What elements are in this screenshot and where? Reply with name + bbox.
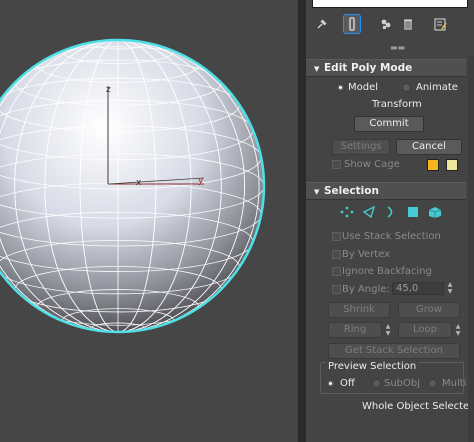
z-axis-label: z — [106, 85, 111, 95]
animate-label: Animate — [416, 82, 458, 93]
loop-spinner-icon[interactable]: ▲ ▼ — [454, 323, 462, 337]
element-icon[interactable] — [426, 204, 444, 220]
preview-subobj-radio[interactable] — [372, 379, 381, 388]
model-label: Model — [348, 82, 379, 93]
preview-off-radio[interactable] — [326, 379, 335, 388]
collapse-arrow-icon: ▼ — [314, 65, 320, 73]
polygon-icon[interactable] — [404, 204, 422, 220]
ring-spinner-icon[interactable]: ▲ ▼ — [384, 323, 392, 337]
preview-multi-label: Multi — [442, 378, 467, 389]
by-angle-checkbox[interactable] — [332, 285, 341, 294]
get-stack-selection-button[interactable]: Get Stack Selection — [328, 343, 460, 359]
command-panel: ▬▬ ▼ Edit Poly Mode Model Animate Transfo… — [306, 0, 474, 442]
collapse-arrow-icon: ▼ — [314, 188, 320, 196]
transform-label: Transform — [372, 99, 422, 110]
pin-icon[interactable] — [312, 14, 332, 34]
use-stack-selection-label: Use Stack Selection — [342, 231, 441, 242]
by-angle-field[interactable]: 45,0 — [392, 282, 444, 295]
panel-scrollbar[interactable] — [468, 56, 474, 442]
cage-color-swatch[interactable] — [427, 159, 439, 171]
commit-button[interactable]: Commit — [354, 116, 424, 132]
modifier-stack-icon[interactable] — [343, 14, 361, 34]
use-stack-selection-checkbox[interactable] — [332, 232, 341, 241]
object-name-field[interactable] — [312, 0, 468, 8]
viewport-panel-divider[interactable] — [298, 0, 306, 442]
resize-grip-icon[interactable]: ▬▬ — [390, 44, 410, 52]
configure-sets-icon[interactable] — [430, 14, 450, 34]
vertex-icon[interactable] — [338, 204, 356, 220]
by-vertex-checkbox[interactable] — [332, 250, 341, 259]
loop-button[interactable]: Loop — [398, 322, 452, 338]
remove-modifier-icon[interactable] — [398, 14, 418, 34]
model-radio[interactable] — [336, 83, 345, 92]
preview-off-label: Off — [340, 378, 355, 389]
make-unique-icon[interactable] — [376, 14, 396, 34]
rollout-selection[interactable]: ▼ Selection — [306, 182, 466, 200]
cancel-button[interactable]: Cancel — [396, 139, 462, 155]
shrink-button[interactable]: Shrink — [328, 302, 390, 318]
by-angle-label: By Angle: — [342, 284, 390, 295]
preview-multi-radio[interactable] — [428, 379, 437, 388]
modifier-stack-toolbar — [306, 12, 474, 38]
sphere-body — [0, 40, 264, 332]
preview-subobj-label: SubObj — [384, 378, 421, 389]
selection-status-text: Whole Object Selected — [362, 401, 474, 412]
y-axis-label: y — [198, 176, 204, 186]
border-icon[interactable] — [382, 204, 400, 220]
rollout-title: Selection — [324, 185, 379, 197]
by-vertex-label: By Vertex — [342, 249, 391, 260]
grow-button[interactable]: Grow — [398, 302, 460, 318]
edge-icon[interactable] — [360, 204, 378, 220]
settings-button[interactable]: Settings — [332, 139, 390, 155]
cage-selected-color-swatch[interactable] — [446, 159, 458, 171]
sphere-mesh: z x y — [0, 38, 266, 334]
rollout-title: Edit Poly Mode — [324, 62, 413, 74]
ignore-backfacing-label: Ignore Backfacing — [342, 266, 432, 277]
rollout-edit-poly-mode[interactable]: ▼ Edit Poly Mode — [306, 59, 466, 77]
show-cage-checkbox[interactable] — [332, 160, 341, 169]
ring-button[interactable]: Ring — [328, 322, 382, 338]
preview-selection-title: Preview Selection — [326, 361, 419, 372]
show-cage-label: Show Cage — [344, 159, 400, 170]
by-angle-spinner-icon[interactable]: ▲ ▼ — [446, 281, 454, 295]
animate-radio[interactable] — [402, 83, 411, 92]
x-axis-label: x — [136, 178, 142, 188]
viewport-perspective[interactable]: z x y — [0, 0, 298, 442]
ignore-backfacing-checkbox[interactable] — [332, 267, 341, 276]
